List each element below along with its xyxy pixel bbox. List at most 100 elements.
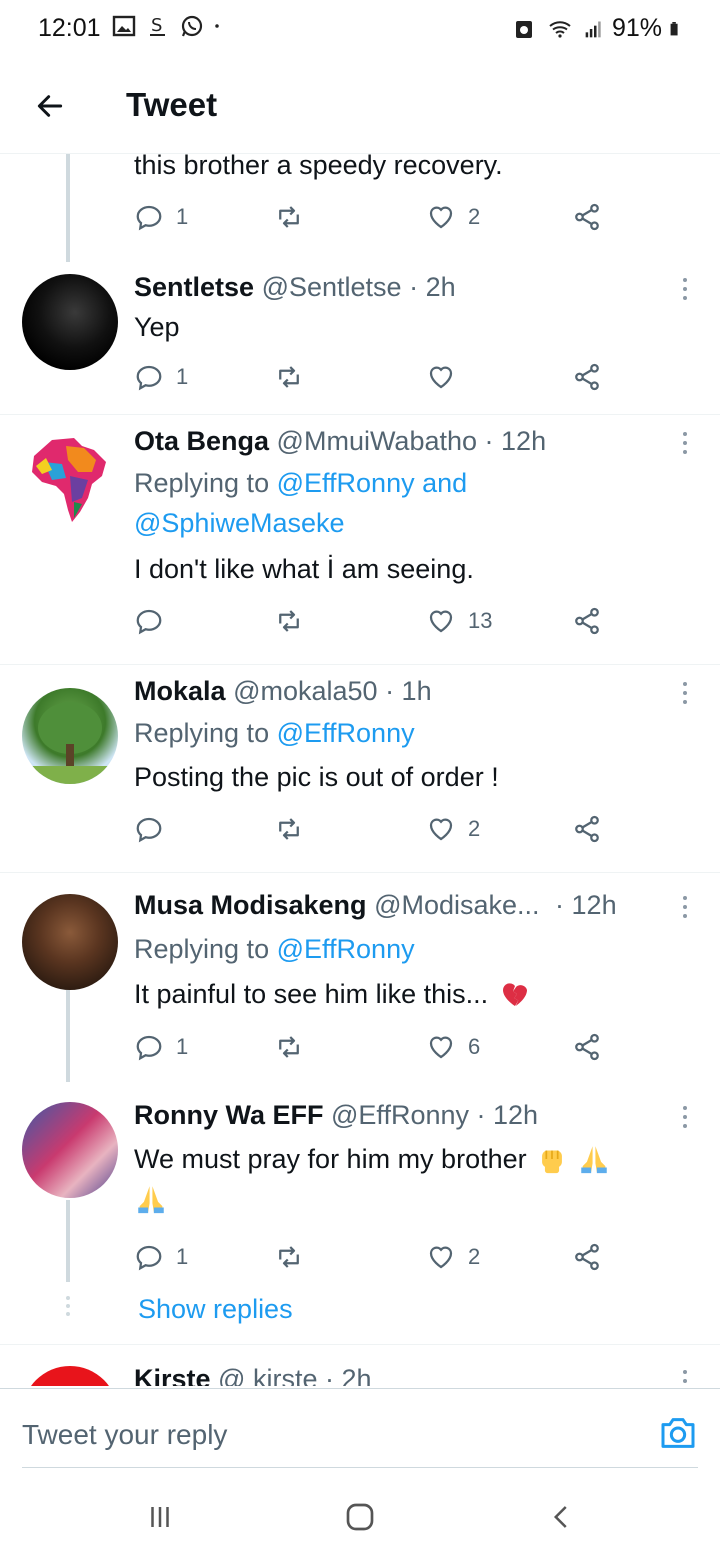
avatar[interactable]: [22, 274, 118, 370]
tweet-time: · 12h: [555, 890, 617, 920]
dot-icon: [215, 24, 219, 28]
tweet-time: · 12h: [476, 1100, 539, 1130]
author-name[interactable]: Sentletse: [134, 272, 254, 302]
avatar[interactable]: [22, 894, 118, 990]
like-button[interactable]: [426, 362, 468, 392]
tweet-text: We must pray for him my brother: [134, 1143, 527, 1174]
retweet-button[interactable]: [274, 1032, 304, 1062]
recent-apps-button[interactable]: [140, 1500, 180, 1534]
tweet-text: this brother a speedy recovery.: [134, 154, 503, 180]
replying-to-prefix: Replying to: [134, 934, 270, 964]
share-button[interactable]: [572, 1242, 602, 1272]
like-button[interactable]: 2: [426, 814, 480, 844]
like-button[interactable]: 2: [426, 1242, 480, 1272]
author-name[interactable]: Kirste: [134, 1364, 211, 1386]
tweet-actions: 1 6: [134, 1032, 614, 1066]
author-name[interactable]: Musa Modisakeng: [134, 890, 367, 920]
share-button[interactable]: [572, 362, 602, 392]
retweet-button[interactable]: [274, 362, 304, 392]
reply-compose-bar: Tweet your reply: [0, 1388, 720, 1468]
mention-link[interactable]: @EffRonny: [277, 934, 415, 964]
show-replies-link[interactable]: Show replies: [138, 1294, 293, 1325]
author-name[interactable]: Ronny Wa EFF: [134, 1100, 324, 1130]
avatar[interactable]: [22, 432, 118, 528]
tweet-header: Ronny Wa EFF @EffRonny · 12h: [134, 1100, 538, 1131]
share-button[interactable]: [572, 606, 602, 636]
heart-icon: [429, 610, 453, 633]
tweet[interactable]: Ota Benga @MmuiWabatho · 12h Replying to…: [0, 414, 720, 664]
more-options-button[interactable]: [678, 432, 692, 454]
home-button[interactable]: [340, 1500, 380, 1534]
retweet-button[interactable]: [274, 1242, 304, 1272]
retweet-button[interactable]: [274, 202, 304, 232]
like-button[interactable]: 13: [426, 606, 492, 636]
recent-apps-icon: [151, 1507, 169, 1527]
like-count: 2: [468, 204, 481, 229]
retweet-button[interactable]: [274, 606, 304, 636]
share-button[interactable]: [572, 1032, 602, 1062]
tweet-actions: 2: [134, 814, 614, 848]
camera-icon[interactable]: [658, 1413, 698, 1453]
author-handle[interactable]: @Modisake...: [374, 890, 539, 920]
more-options-button[interactable]: [678, 1370, 692, 1386]
replying-to: Replying to @EffRonny: [134, 934, 415, 965]
author-handle[interactable]: @Sentletse: [262, 272, 402, 302]
replying-and[interactable]: and: [422, 468, 467, 498]
author-name[interactable]: Mokala: [134, 676, 226, 706]
avatar[interactable]: [22, 1366, 118, 1386]
retweet-button[interactable]: [274, 814, 304, 844]
tweet-text-row-2: [134, 1182, 168, 1223]
avatar[interactable]: [22, 688, 118, 784]
tweet-header: Ota Benga @MmuiWabatho · 12h: [134, 426, 546, 457]
home-icon: [346, 1503, 374, 1531]
author-name[interactable]: Ota Benga: [134, 426, 269, 456]
mention-link[interactable]: @EffRonny: [277, 468, 415, 498]
tweet[interactable]: Ronny Wa EFF @EffRonny · 12h We must pra…: [0, 1082, 720, 1344]
author-handle[interactable]: @mokala50: [233, 676, 377, 706]
tweet-partial[interactable]: this brother a speedy recovery. 1 2: [0, 154, 720, 264]
more-options-button[interactable]: [678, 278, 692, 300]
reply-input[interactable]: Tweet your reply: [22, 1419, 227, 1451]
reply-button[interactable]: 1: [134, 1242, 188, 1272]
share-button[interactable]: [572, 814, 602, 844]
avatar[interactable]: [22, 1102, 118, 1198]
reply-icon: [136, 365, 162, 391]
like-button[interactable]: 2: [426, 202, 480, 232]
author-handle[interactable]: @MmuiWabatho: [277, 426, 477, 456]
tweet-actions: 13: [134, 606, 614, 640]
heart-icon: [429, 366, 453, 389]
thread-line: [66, 154, 70, 262]
tweet-text-row: It painful to see him like this...: [134, 978, 532, 1010]
tweet[interactable]: Mokala @mokala50 · 1h Replying to @EffRo…: [0, 664, 720, 872]
like-count: 13: [468, 608, 493, 633]
mention-link[interactable]: @SphiweMaseke: [134, 508, 345, 538]
author-handle[interactable]: @EffRonny: [331, 1100, 469, 1130]
reply-icon: [136, 609, 162, 635]
tweet-header: Sentletse @Sentletse · 2h: [134, 272, 456, 303]
status-bar: 12:01 S 91%: [0, 0, 720, 58]
back-button[interactable]: [28, 84, 72, 128]
tweet-time: · 2h: [324, 1364, 372, 1386]
tweet-text-row: We must pray for him my brother: [134, 1142, 611, 1176]
tweet-header: Mokala @mokala50 · 1h: [134, 676, 432, 707]
author-handle[interactable]: @ kirste: [218, 1364, 317, 1386]
system-back-button[interactable]: [542, 1500, 582, 1534]
tweet-text: Yep: [134, 312, 180, 342]
tweet[interactable]: Sentletse @Sentletse · 2h Yep 1: [0, 262, 720, 414]
reply-button[interactable]: 1: [134, 362, 188, 392]
like-button[interactable]: 6: [426, 1032, 480, 1062]
replies-feed[interactable]: this brother a speedy recovery. 1 2 Sent…: [0, 154, 720, 1386]
reply-button[interactable]: 1: [134, 202, 188, 232]
retweet-icon: [279, 1246, 299, 1268]
more-options-button[interactable]: [678, 682, 692, 704]
mention-link[interactable]: @EffRonny: [277, 718, 415, 748]
tweet[interactable]: Musa Modisakeng @Modisake... · 12h Reply…: [0, 872, 720, 1082]
reply-button[interactable]: [134, 606, 176, 636]
reply-button[interactable]: 1: [134, 1032, 188, 1062]
share-button[interactable]: [572, 202, 602, 232]
retweet-icon: [279, 1036, 299, 1058]
more-options-button[interactable]: [678, 896, 692, 918]
more-options-button[interactable]: [678, 1106, 692, 1128]
reply-button[interactable]: [134, 814, 176, 844]
tweet[interactable]: Kirste @ kirste · 2h: [0, 1344, 720, 1386]
